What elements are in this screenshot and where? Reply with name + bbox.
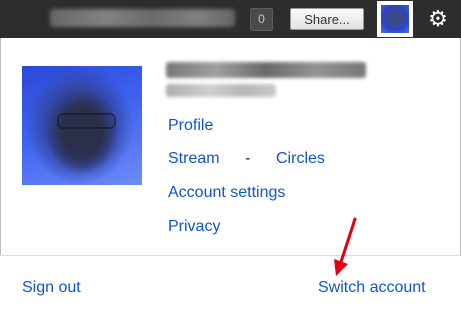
avatar xyxy=(381,5,409,33)
red-arrow-annotation xyxy=(334,217,357,276)
circles-link[interactable]: Circles xyxy=(276,149,325,169)
link-separator: - xyxy=(245,150,251,167)
stream-link[interactable]: Stream xyxy=(168,149,220,169)
blurred-profile-name xyxy=(166,62,366,78)
notification-count-badge[interactable]: 0 xyxy=(250,8,273,31)
share-button[interactable]: Share... xyxy=(290,8,364,30)
privacy-link[interactable]: Privacy xyxy=(168,217,220,237)
blurred-profile-email xyxy=(166,84,276,97)
profile-photo-detail xyxy=(57,113,116,129)
profile-link[interactable]: Profile xyxy=(168,116,213,136)
switch-account-link[interactable]: Switch account xyxy=(318,278,426,298)
account-settings-link[interactable]: Account settings xyxy=(168,183,285,203)
account-avatar-button[interactable] xyxy=(377,1,413,37)
sign-out-link[interactable]: Sign out xyxy=(22,278,81,298)
blurred-user-name xyxy=(50,9,235,27)
profile-photo[interactable] xyxy=(22,66,142,185)
top-navigation-bar: 0 Share... ⚙ xyxy=(0,0,461,38)
gear-icon[interactable]: ⚙ xyxy=(424,5,452,33)
